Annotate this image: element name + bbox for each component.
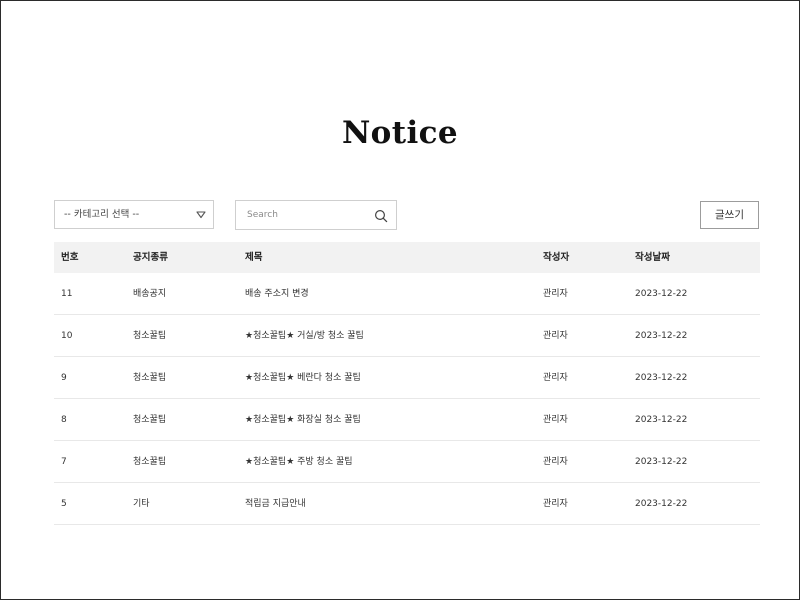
page-title: Notice	[341, 115, 459, 151]
row-type: 청소꿀팁	[133, 331, 167, 341]
table-row[interactable]: 9 청소꿀팁 ★청소꿀팁★ 베란다 청소 꿀팁 관리자 2023-12-22	[54, 357, 760, 399]
row-type: 청소꿀팁	[133, 373, 167, 383]
column-header-type: 공지종류	[133, 252, 168, 263]
row-date: 2023-12-22	[635, 331, 688, 341]
search-box	[235, 200, 397, 230]
row-date: 2023-12-22	[635, 373, 688, 383]
category-select[interactable]: -- 카테고리 선택 --	[54, 200, 214, 229]
row-writer: 관리자	[543, 373, 568, 383]
column-header-writer: 작성자	[543, 252, 570, 263]
table-row[interactable]: 8 청소꿀팁 ★청소꿀팁★ 화장실 청소 꿀팁 관리자 2023-12-22	[54, 399, 760, 441]
notice-page: Notice -- 카테고리 선택 -- 글쓰기 번호 공지종류 제목 작성자 …	[0, 0, 800, 600]
row-writer: 관리자	[543, 457, 568, 467]
row-title-link[interactable]: ★청소꿀팁★ 화장실 청소 꿀팁	[245, 399, 361, 441]
row-type: 배송공지	[133, 289, 167, 299]
row-type: 기타	[133, 499, 150, 509]
row-writer: 관리자	[543, 415, 568, 425]
row-title-link[interactable]: 적립금 지급안내	[245, 483, 306, 525]
row-type: 청소꿀팁	[133, 415, 167, 425]
table-row[interactable]: 11 배송공지 배송 주소지 변경 관리자 2023-12-22	[54, 273, 760, 315]
table-header: 번호 공지종류 제목 작성자 작성날짜	[54, 242, 760, 273]
row-type: 청소꿀팁	[133, 457, 167, 467]
table-row[interactable]: 10 청소꿀팁 ★청소꿀팁★ 거실/방 청소 꿀팁 관리자 2023-12-22	[54, 315, 760, 357]
row-writer: 관리자	[543, 289, 568, 299]
row-number: 9	[61, 373, 67, 383]
row-title-link[interactable]: 배송 주소지 변경	[245, 273, 309, 315]
row-title-link[interactable]: ★청소꿀팁★ 베란다 청소 꿀팁	[245, 357, 361, 399]
row-title-link[interactable]: ★청소꿀팁★ 주방 청소 꿀팁	[245, 441, 353, 483]
row-date: 2023-12-22	[635, 289, 688, 299]
table-row[interactable]: 7 청소꿀팁 ★청소꿀팁★ 주방 청소 꿀팁 관리자 2023-12-22	[54, 441, 760, 483]
chevron-down-icon	[196, 211, 206, 219]
row-number: 10	[61, 331, 73, 341]
search-input[interactable]	[247, 207, 365, 223]
row-writer: 관리자	[543, 331, 568, 341]
row-title-link[interactable]: ★청소꿀팁★ 거실/방 청소 꿀팁	[245, 315, 364, 357]
column-header-date: 작성날짜	[635, 252, 670, 263]
row-date: 2023-12-22	[635, 457, 688, 467]
search-icon[interactable]	[374, 209, 388, 223]
row-number: 5	[61, 499, 67, 509]
row-date: 2023-12-22	[635, 499, 688, 509]
category-select-value: -- 카테고리 선택 --	[64, 209, 140, 220]
row-number: 11	[61, 289, 73, 299]
row-writer: 관리자	[543, 499, 568, 509]
notice-table: 번호 공지종류 제목 작성자 작성날짜 11 배송공지 배송 주소지 변경 관리…	[54, 242, 760, 525]
column-header-title: 제목	[245, 252, 263, 263]
table-row[interactable]: 5 기타 적립금 지급안내 관리자 2023-12-22	[54, 483, 760, 525]
column-header-number: 번호	[61, 252, 79, 263]
row-number: 8	[61, 415, 67, 425]
write-button[interactable]: 글쓰기	[700, 201, 759, 229]
row-number: 7	[61, 457, 67, 467]
row-date: 2023-12-22	[635, 415, 688, 425]
